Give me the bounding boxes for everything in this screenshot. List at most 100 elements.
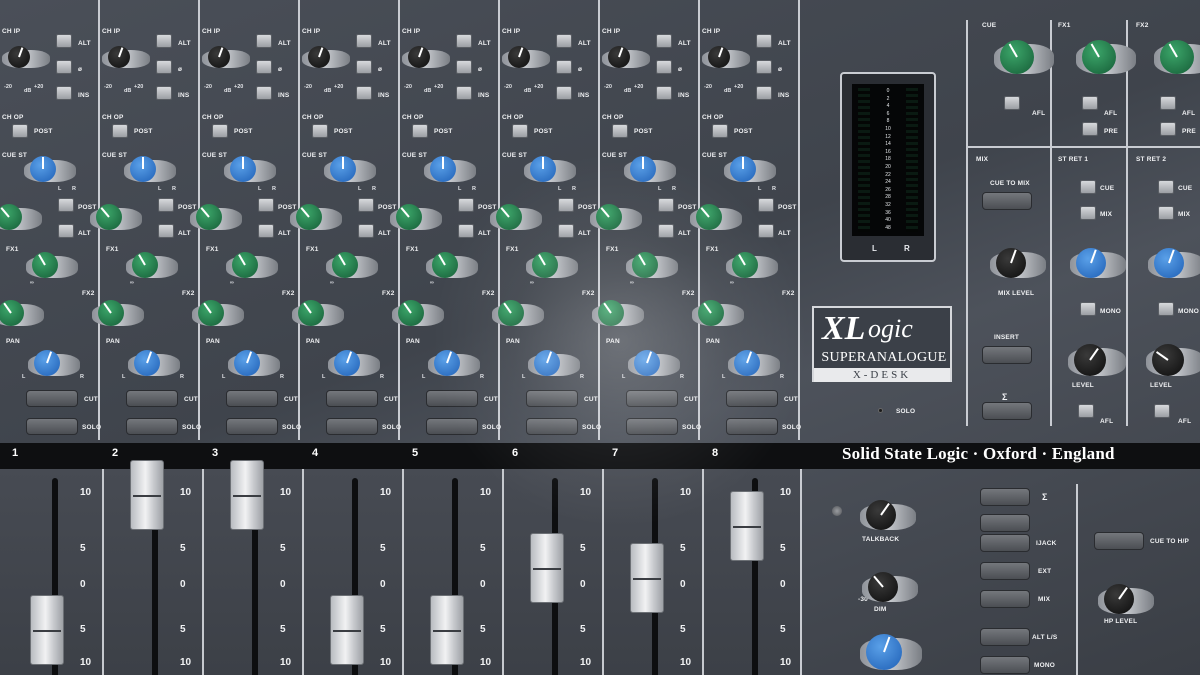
st-ret-1-mix-button[interactable]: [1080, 206, 1096, 220]
cut-button-1[interactable]: [26, 390, 78, 407]
hp-level-knob[interactable]: [1104, 584, 1134, 614]
fader-cap-2[interactable]: [130, 460, 164, 530]
dim-knob[interactable]: [868, 572, 898, 602]
solo-button-3[interactable]: [226, 418, 278, 435]
aux-alt-button-3[interactable]: [258, 224, 274, 238]
phase-button-3[interactable]: [256, 60, 272, 74]
solo-button-2[interactable]: [126, 418, 178, 435]
post-button-4[interactable]: [312, 124, 328, 138]
fx1-knob-8[interactable]: [732, 252, 758, 278]
input-gain-knob-8[interactable]: [708, 46, 730, 68]
fader-cap-4[interactable]: [330, 595, 364, 665]
fader-cap-8[interactable]: [730, 491, 764, 561]
post-button-6[interactable]: [512, 124, 528, 138]
alt-button-7[interactable]: [656, 34, 672, 48]
input-gain-knob-2[interactable]: [108, 46, 130, 68]
cue-level-knob-5[interactable]: [430, 156, 456, 182]
fx1-master-knob[interactable]: [1082, 40, 1116, 74]
fader-cap-1[interactable]: [30, 595, 64, 665]
fx2-master-knob[interactable]: [1160, 40, 1194, 74]
st-ret-1-level-knob[interactable]: [1074, 344, 1106, 376]
phase-button-5[interactable]: [456, 60, 472, 74]
pan-knob-1[interactable]: [34, 350, 60, 376]
fx2-pre-button[interactable]: [1160, 122, 1176, 136]
cue-to-hp-button[interactable]: [1094, 532, 1144, 550]
st-ret-1-cue-button[interactable]: [1080, 180, 1096, 194]
fader-cap-3[interactable]: [230, 460, 264, 530]
aux-post-button-5[interactable]: [458, 198, 474, 212]
fx1-knob-3[interactable]: [232, 252, 258, 278]
cut-button-3[interactable]: [226, 390, 278, 407]
aux-alt-button-7[interactable]: [658, 224, 674, 238]
post-button-5[interactable]: [412, 124, 428, 138]
solo-button-1[interactable]: [26, 418, 78, 435]
ins-button-6[interactable]: [556, 86, 572, 100]
pan-knob-2[interactable]: [134, 350, 160, 376]
aux-post-button-2[interactable]: [158, 198, 174, 212]
control-room-level-knob[interactable]: [866, 634, 902, 670]
ins-button-4[interactable]: [356, 86, 372, 100]
alt-button-6[interactable]: [556, 34, 572, 48]
alt-button-5[interactable]: [456, 34, 472, 48]
talkback-knob[interactable]: [866, 500, 896, 530]
phase-button-6[interactable]: [556, 60, 572, 74]
fx2-knob-2[interactable]: [98, 300, 124, 326]
solo-button-4[interactable]: [326, 418, 378, 435]
pan-knob-6[interactable]: [534, 350, 560, 376]
aux-post-button-3[interactable]: [258, 198, 274, 212]
insert-sum-button[interactable]: [982, 402, 1032, 420]
fx2-knob-5[interactable]: [398, 300, 424, 326]
st-ret-1-balance-knob[interactable]: [1076, 248, 1106, 278]
post-button-1[interactable]: [12, 124, 28, 138]
cue-afl-button[interactable]: [1004, 96, 1020, 110]
mix-level-knob[interactable]: [996, 248, 1026, 278]
pan-knob-7[interactable]: [634, 350, 660, 376]
pan-knob-4[interactable]: [334, 350, 360, 376]
aux-knob-4[interactable]: [296, 204, 322, 230]
fx2-afl-button[interactable]: [1160, 96, 1176, 110]
cut-button-8[interactable]: [726, 390, 778, 407]
fx1-knob-7[interactable]: [632, 252, 658, 278]
ins-button-8[interactable]: [756, 86, 772, 100]
alt-button-4[interactable]: [356, 34, 372, 48]
st-ret-2-mix-button[interactable]: [1158, 206, 1174, 220]
sum-button[interactable]: [980, 488, 1030, 506]
cue-level-knob-8[interactable]: [730, 156, 756, 182]
aux-alt-button-4[interactable]: [358, 224, 374, 238]
cut-button-6[interactable]: [526, 390, 578, 407]
ext-button[interactable]: [980, 562, 1030, 580]
fx1-knob-6[interactable]: [532, 252, 558, 278]
cue-level-knob-4[interactable]: [330, 156, 356, 182]
ins-button-2[interactable]: [156, 86, 172, 100]
insert-button[interactable]: [982, 346, 1032, 364]
pan-knob-8[interactable]: [734, 350, 760, 376]
solo-button-6[interactable]: [526, 418, 578, 435]
st-ret-1-afl-button[interactable]: [1078, 404, 1094, 418]
st-ret-1-mono-button[interactable]: [1080, 302, 1096, 316]
cut-button-2[interactable]: [126, 390, 178, 407]
cue-level-knob-1[interactable]: [30, 156, 56, 182]
phase-button-4[interactable]: [356, 60, 372, 74]
sum-button-2[interactable]: [980, 514, 1030, 532]
ijack-button[interactable]: [980, 534, 1030, 552]
fx1-knob-2[interactable]: [132, 252, 158, 278]
st-ret-2-level-knob[interactable]: [1152, 344, 1184, 376]
alt-ls-button[interactable]: [980, 628, 1030, 646]
pan-knob-5[interactable]: [434, 350, 460, 376]
aux-post-button-6[interactable]: [558, 198, 574, 212]
cue-level-knob-2[interactable]: [130, 156, 156, 182]
input-gain-knob-5[interactable]: [408, 46, 430, 68]
phase-button-2[interactable]: [156, 60, 172, 74]
ins-button-5[interactable]: [456, 86, 472, 100]
phase-button-8[interactable]: [756, 60, 772, 74]
fx2-knob-4[interactable]: [298, 300, 324, 326]
alt-button-1[interactable]: [56, 34, 72, 48]
aux-knob-6[interactable]: [496, 204, 522, 230]
aux-post-button-4[interactable]: [358, 198, 374, 212]
post-button-7[interactable]: [612, 124, 628, 138]
alt-button-2[interactable]: [156, 34, 172, 48]
st-ret-2-balance-knob[interactable]: [1154, 248, 1184, 278]
solo-button-7[interactable]: [626, 418, 678, 435]
fx2-knob-8[interactable]: [698, 300, 724, 326]
input-gain-knob-6[interactable]: [508, 46, 530, 68]
